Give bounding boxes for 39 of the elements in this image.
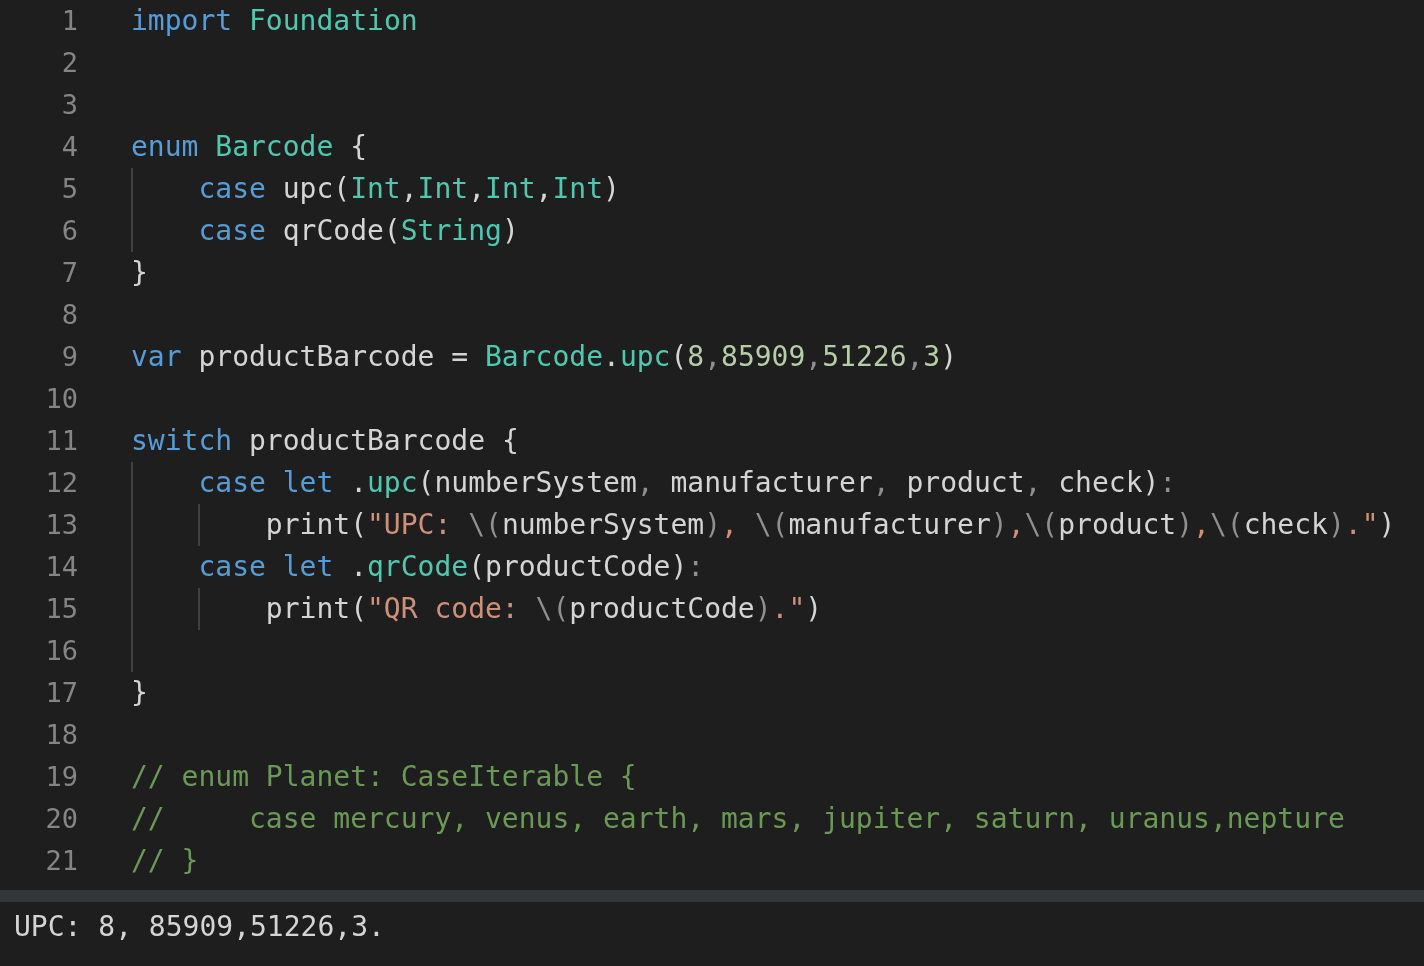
code-line: print("UPC: \(numberSystem), \(manufacturer),\(product),\(check).") xyxy=(265,507,1396,543)
line-number: 7 xyxy=(60,256,78,290)
code-line: // } xyxy=(131,843,199,879)
line-number: 5 xyxy=(60,172,78,206)
line-number: 18 xyxy=(44,718,78,752)
code-line: import Foundation xyxy=(131,3,418,39)
line-number: 12 xyxy=(44,466,78,500)
line-number: 8 xyxy=(60,298,78,332)
line-number: 4 xyxy=(60,130,78,164)
code-line: // enum Planet: CaseIterable { xyxy=(131,759,637,795)
line-number: 6 xyxy=(60,214,78,248)
line-number: 11 xyxy=(44,424,78,458)
line-number: 19 xyxy=(44,760,78,794)
code-line: enum Barcode { xyxy=(131,129,368,165)
indent-guide xyxy=(198,504,200,546)
line-number: 15 xyxy=(44,592,78,626)
indent-guide xyxy=(198,588,200,630)
line-number: 14 xyxy=(44,550,78,584)
code-line: print("QR code: \(productCode).") xyxy=(265,591,823,627)
line-number: 2 xyxy=(60,46,78,80)
code-line: // case mercury, venus, earth, mars, jupiter, saturn, uranus,nepture xyxy=(131,801,1345,837)
code-line: } xyxy=(131,675,148,711)
code-line: case let .qrCode(productCode): xyxy=(198,549,705,585)
code-line: var productBarcode = Barcode.upc(8,85909,51226,3) xyxy=(131,339,958,375)
line-number: 20 xyxy=(44,802,78,836)
console-output: UPC: 8, 85909,51226,3. xyxy=(13,909,386,945)
line-number: 13 xyxy=(44,508,78,542)
line-number: 17 xyxy=(44,676,78,710)
line-number: 10 xyxy=(44,382,78,416)
line-number: 3 xyxy=(60,88,78,122)
code-line: case qrCode(String) xyxy=(198,213,519,249)
code-line: case let .upc(numberSystem, manufacturer, product, check): xyxy=(198,465,1177,501)
code-line: case upc(Int,Int,Int,Int) xyxy=(198,171,620,207)
line-number: 16 xyxy=(44,634,78,668)
line-number: 21 xyxy=(44,844,78,878)
line-number: 9 xyxy=(60,340,78,374)
code-line: } xyxy=(131,255,148,291)
line-number: 1 xyxy=(60,4,78,38)
code-line: switch productBarcode { xyxy=(131,423,519,459)
